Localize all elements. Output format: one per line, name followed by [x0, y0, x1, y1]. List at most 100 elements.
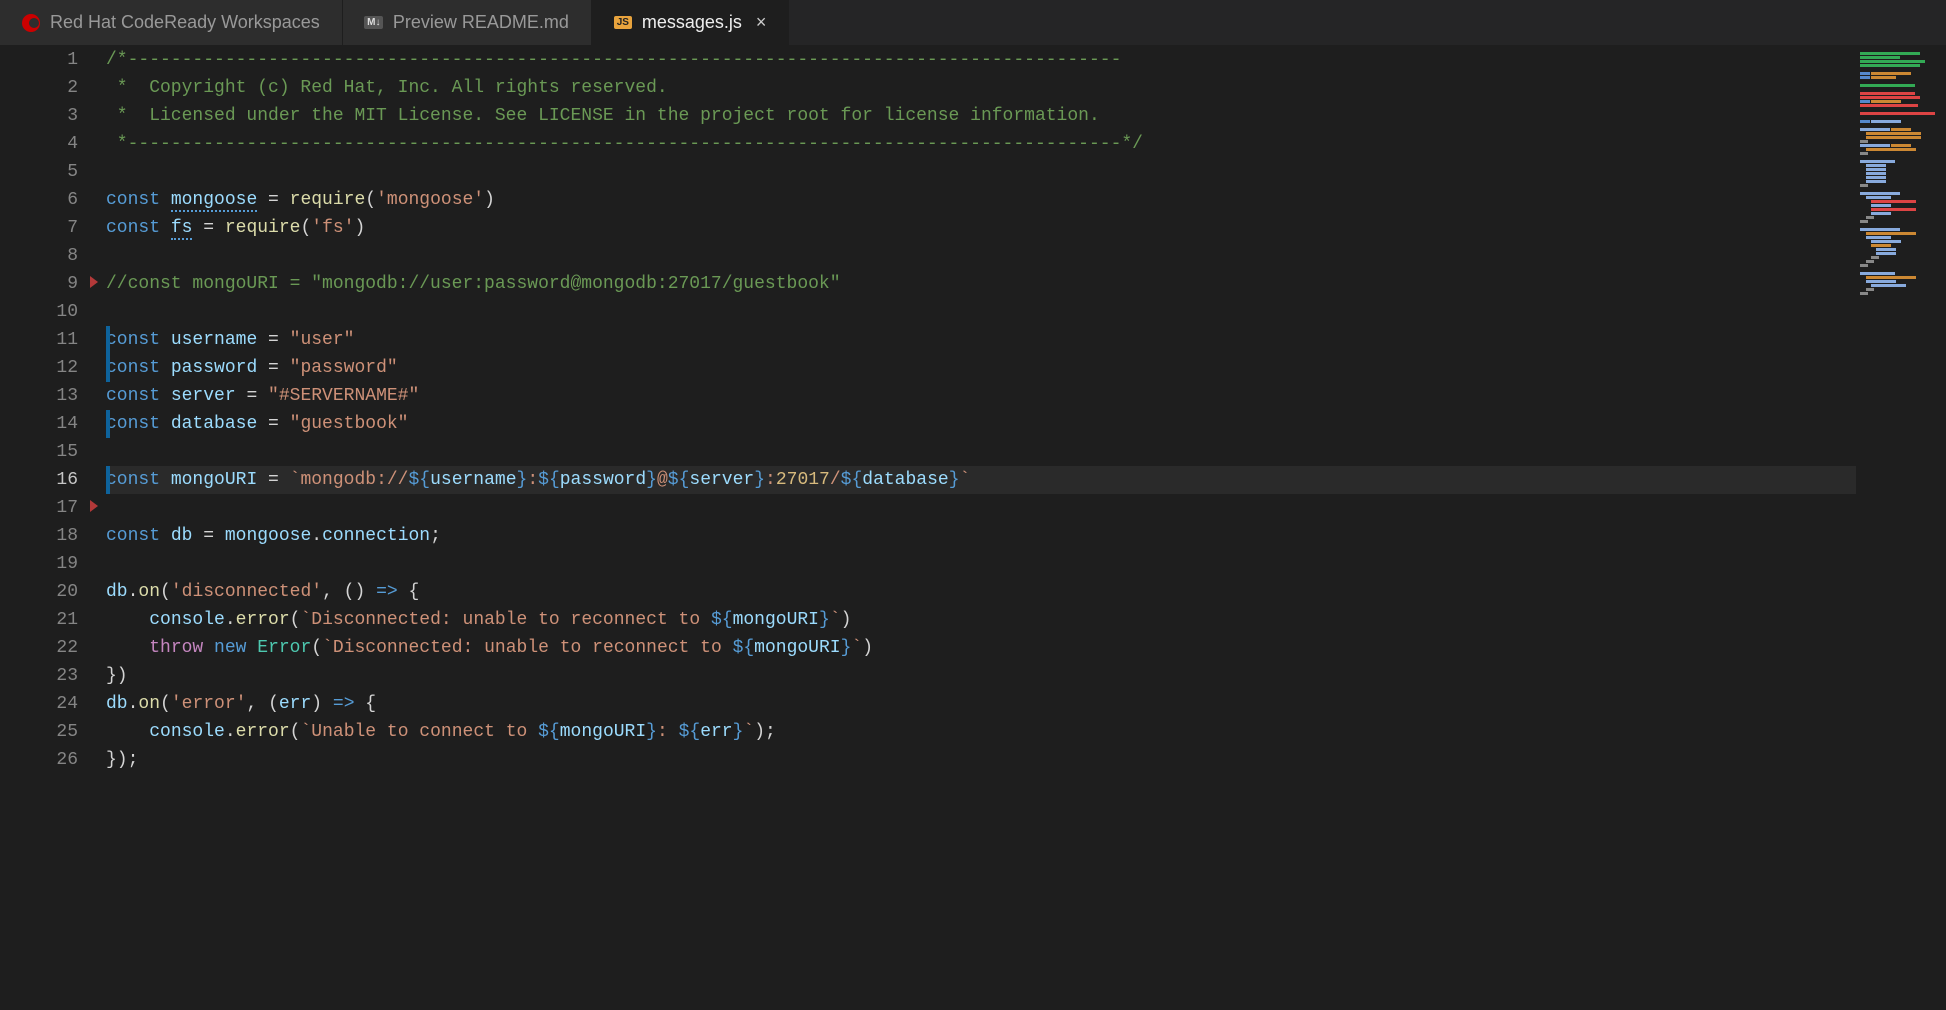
close-tab-icon[interactable]: ×	[756, 12, 767, 33]
code-text: *---------------------------------------…	[106, 134, 1143, 154]
code-text: new	[214, 638, 246, 658]
code-text: database	[862, 470, 948, 490]
code-text: password	[560, 470, 646, 490]
modified-line-indicator	[106, 466, 110, 494]
line-number-gutter: 1 2 3 4 5 6 7 8 9 10 11 12 13 14 15 16 1…	[0, 46, 106, 1010]
line-number: 22	[56, 638, 78, 658]
code-text: "guestbook"	[290, 414, 409, 434]
line-number: 9	[67, 274, 78, 294]
code-text: //const mongoURI = "mongodb://user:passw…	[106, 274, 841, 294]
tab-label: messages.js	[642, 12, 742, 33]
line-number: 19	[56, 554, 78, 574]
modified-line-indicator	[106, 410, 110, 438]
code-text: db	[106, 582, 128, 602]
code-text: console	[149, 722, 225, 742]
tab-label: Preview README.md	[393, 12, 569, 33]
line-number: 14	[56, 414, 78, 434]
line-number: 23	[56, 666, 78, 686]
code-text: require	[290, 190, 366, 210]
code-text: const	[106, 358, 160, 378]
code-text: db	[106, 694, 128, 714]
redhat-icon	[22, 14, 40, 32]
code-text: require	[225, 218, 301, 238]
code-text: 'disconnected'	[171, 582, 322, 602]
line-number: 2	[67, 78, 78, 98]
tab-label: Red Hat CodeReady Workspaces	[50, 12, 320, 33]
code-text: throw	[149, 638, 203, 658]
line-number: 3	[67, 106, 78, 126]
code-text: "password"	[290, 358, 398, 378]
code-text: username	[430, 470, 516, 490]
code-text: * Licensed under the MIT License. See LI…	[106, 106, 1100, 126]
modified-line-indicator	[106, 354, 110, 382]
code-text: `Unable to connect to	[300, 722, 538, 742]
code-text: db	[171, 526, 193, 546]
line-number: 6	[67, 190, 78, 210]
code-text: console	[149, 610, 225, 630]
code-text: `Disconnected: unable to reconnect to	[300, 610, 710, 630]
line-number: 18	[56, 526, 78, 546]
code-text: const	[106, 218, 160, 238]
line-number: 17	[56, 498, 78, 518]
code-text: fs	[171, 218, 193, 240]
code-text: on	[138, 582, 160, 602]
fold-marker-icon[interactable]	[90, 500, 98, 512]
code-text: const	[106, 526, 160, 546]
editor-tab-bar: Red Hat CodeReady Workspaces M↓ Preview …	[0, 0, 1946, 46]
tab-codeready-workspaces[interactable]: Red Hat CodeReady Workspaces	[0, 0, 343, 45]
line-number: 16	[56, 470, 78, 490]
tab-preview-readme[interactable]: M↓ Preview README.md	[343, 0, 592, 45]
code-text: err	[279, 694, 311, 714]
markdown-preview-icon: M↓	[365, 14, 383, 32]
code-text: mongoURI	[560, 722, 646, 742]
code-content[interactable]: /*--------------------------------------…	[106, 46, 1856, 1010]
code-text: server	[171, 386, 236, 406]
code-editor[interactable]: 1 2 3 4 5 6 7 8 9 10 11 12 13 14 15 16 1…	[0, 46, 1946, 1010]
code-text: on	[138, 694, 160, 714]
code-text: err	[700, 722, 732, 742]
line-number: 4	[67, 134, 78, 154]
tab-messages-js[interactable]: JS messages.js ×	[592, 0, 790, 45]
line-number: 5	[67, 162, 78, 182]
line-number: 21	[56, 610, 78, 630]
line-number: 24	[56, 694, 78, 714]
fold-marker-icon[interactable]	[90, 276, 98, 288]
code-text: mongoose	[171, 190, 257, 212]
code-text: `Disconnected: unable to reconnect to	[322, 638, 732, 658]
code-text: username	[171, 330, 257, 350]
code-text: "#SERVERNAME#"	[268, 386, 419, 406]
code-text: Error	[257, 638, 311, 658]
code-text: * Copyright (c) Red Hat, Inc. All rights…	[106, 78, 668, 98]
code-text: const	[106, 386, 160, 406]
code-text: /*--------------------------------------…	[106, 50, 1121, 70]
line-number: 13	[56, 386, 78, 406]
code-text: "user"	[290, 330, 355, 350]
line-number: 26	[56, 750, 78, 770]
code-text: 'mongoose'	[376, 190, 484, 210]
code-text: error	[236, 610, 290, 630]
code-text: 27017	[776, 470, 830, 490]
line-number: 7	[67, 218, 78, 238]
line-number: 15	[56, 442, 78, 462]
line-number: 11	[56, 330, 78, 350]
code-text: mongoURI	[733, 610, 819, 630]
code-text: mongoURI	[754, 638, 840, 658]
code-text: const	[106, 470, 160, 490]
line-number: 8	[67, 246, 78, 266]
minimap[interactable]	[1856, 46, 1946, 1010]
code-text: });	[106, 750, 138, 770]
code-text: database	[171, 414, 257, 434]
code-text: const	[106, 330, 160, 350]
code-text: })	[106, 666, 128, 686]
code-text: 'fs'	[311, 218, 354, 238]
code-text: `mongodb://	[290, 470, 409, 490]
line-number: 1	[67, 50, 78, 70]
code-text: mongoURI	[171, 470, 257, 490]
code-text: const	[106, 190, 160, 210]
javascript-file-icon: JS	[614, 14, 632, 32]
code-text: server	[689, 470, 754, 490]
code-text: password	[171, 358, 257, 378]
line-number: 10	[56, 302, 78, 322]
code-text: mongoose	[225, 526, 311, 546]
line-number: 20	[56, 582, 78, 602]
